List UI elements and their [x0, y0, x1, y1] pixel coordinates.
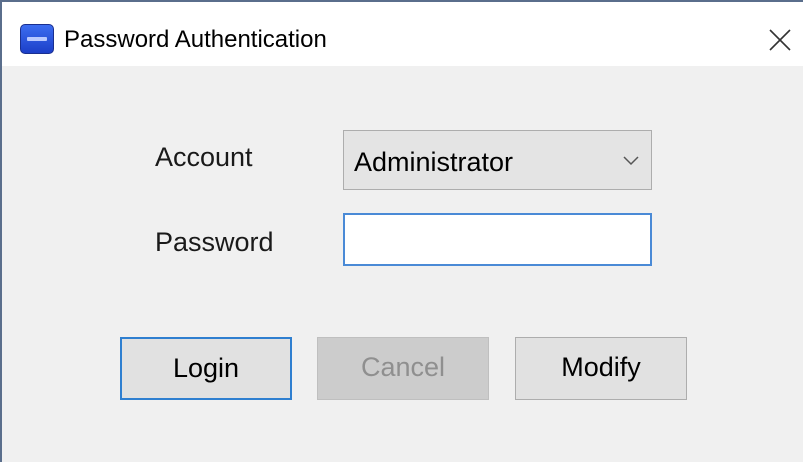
modify-button[interactable]: Modify [515, 337, 687, 400]
close-icon [769, 29, 791, 51]
app-icon [20, 24, 54, 54]
cancel-button[interactable]: Cancel [317, 337, 489, 400]
password-field[interactable] [343, 213, 652, 266]
account-select[interactable]: Administrator [343, 130, 652, 190]
title-bar: Password Authentication [2, 2, 803, 66]
account-label: Account [155, 142, 253, 172]
password-label: Password [155, 227, 274, 257]
account-selected-value: Administrator [354, 147, 514, 177]
chevron-down-icon [623, 153, 639, 171]
window-title: Password Authentication [64, 26, 327, 53]
close-button[interactable] [758, 18, 802, 62]
password-authentication-dialog: Password Authentication Account Administ… [0, 0, 803, 462]
login-button[interactable]: Login [120, 337, 292, 400]
